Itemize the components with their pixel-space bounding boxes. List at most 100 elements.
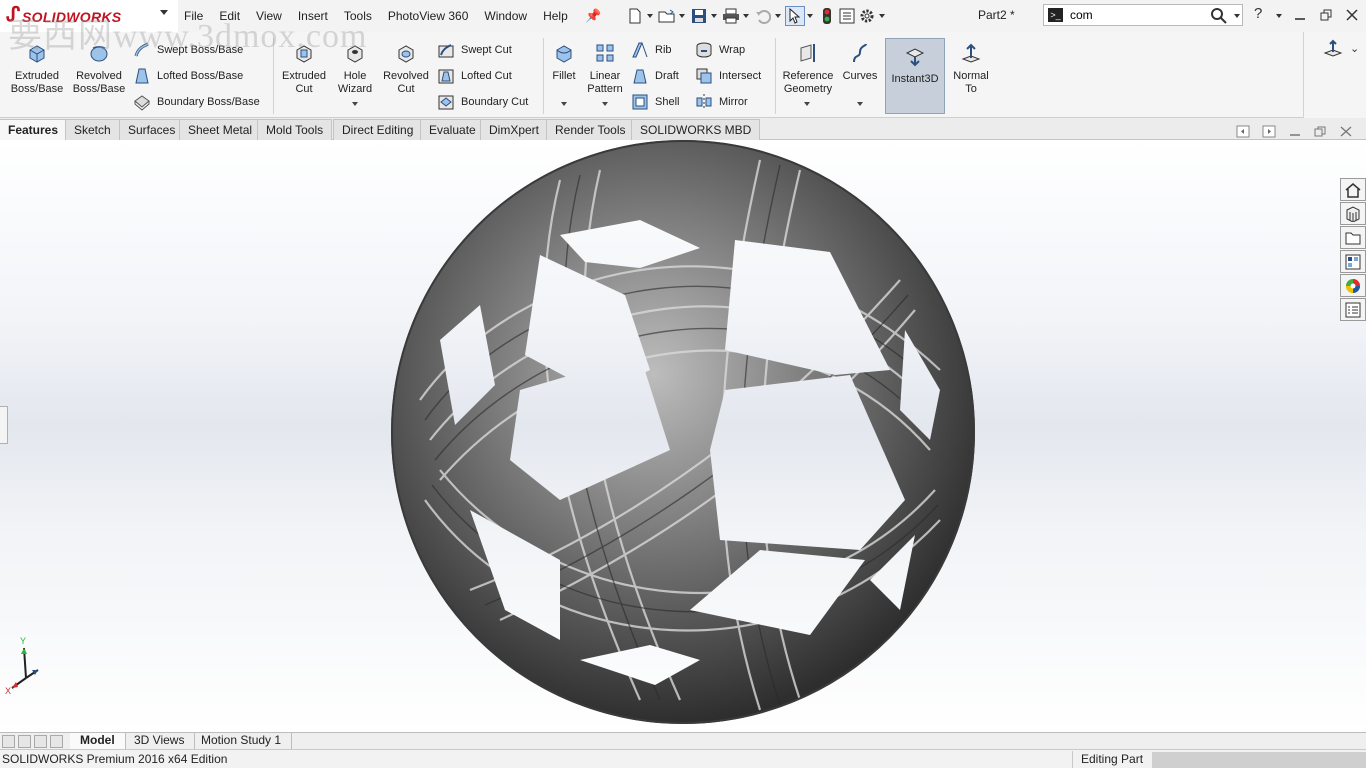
reference-geometry-button[interactable]: Reference Geometry	[779, 42, 837, 96]
restore-window-button[interactable]	[1316, 6, 1336, 24]
task-pane-home[interactable]	[1340, 178, 1366, 201]
tab-surfaces[interactable]: Surfaces	[119, 119, 185, 140]
print-button[interactable]	[721, 6, 741, 26]
viewport-minimize-icon[interactable]	[1288, 125, 1302, 138]
menu-insert[interactable]: Insert	[290, 8, 336, 24]
menu-edit[interactable]: Edit	[211, 8, 248, 24]
extruded-boss-button[interactable]: Extruded Boss/Base	[8, 42, 66, 96]
print-dropdown-icon[interactable]	[743, 14, 749, 18]
tab-dimxpert[interactable]: DimXpert	[480, 119, 549, 140]
tab-evaluate[interactable]: Evaluate	[420, 119, 485, 140]
open-dropdown-icon[interactable]	[679, 14, 685, 18]
tab-features[interactable]: Features	[0, 119, 68, 140]
new-dropdown-icon[interactable]	[647, 14, 653, 18]
first-tab-button[interactable]	[2, 735, 15, 748]
tab-mold-tools[interactable]: Mold Tools	[257, 119, 333, 140]
instant3d-button[interactable]: Instant3D	[885, 38, 945, 114]
undo-dropdown-icon[interactable]	[775, 14, 781, 18]
extruded-cut-button[interactable]: Extruded Cut	[276, 42, 332, 96]
undo-button[interactable]	[753, 6, 773, 26]
minimize-window-button[interactable]	[1290, 6, 1310, 24]
close-window-button[interactable]	[1342, 6, 1362, 24]
previous-view-icon[interactable]	[1236, 125, 1250, 138]
revolved-boss-button[interactable]: Revolved Boss/Base	[70, 42, 128, 96]
help-dropdown-icon[interactable]	[1276, 14, 1282, 18]
tab-render-tools[interactable]: Render Tools	[546, 119, 635, 140]
menu-tools[interactable]: Tools	[336, 8, 380, 24]
boundary-boss-button[interactable]: Boundary Boss/Base	[133, 91, 260, 113]
menu-help[interactable]: Help	[535, 8, 576, 24]
graphics-area[interactable]: Y X	[0, 140, 1366, 732]
woven-sphere-model[interactable]	[0, 140, 1366, 732]
swept-cut-button[interactable]: Swept Cut	[437, 39, 512, 61]
tab-solidworks-mbd[interactable]: SOLIDWORKS MBD	[631, 119, 761, 140]
tab-sketch[interactable]: Sketch	[65, 119, 120, 140]
intersect-button[interactable]: Intersect	[695, 65, 761, 87]
tab-model[interactable]: Model	[70, 733, 126, 749]
linear-pattern-dropdown-icon[interactable]	[602, 102, 608, 106]
menu-view[interactable]: View	[248, 8, 290, 24]
viewport-restore-icon[interactable]	[1313, 125, 1327, 138]
lofted-cut-label: Lofted Cut	[461, 70, 512, 82]
menu-window[interactable]: Window	[476, 8, 535, 24]
feature-tree-flyout-handle[interactable]	[0, 406, 8, 444]
shell-button[interactable]: Shell	[631, 91, 679, 113]
last-tab-button[interactable]	[50, 735, 63, 748]
revolved-cut-button[interactable]: Revolved Cut	[380, 42, 432, 96]
linear-pattern-button[interactable]: Linear Pattern	[583, 42, 627, 96]
lofted-cut-button[interactable]: Lofted Cut	[437, 65, 512, 87]
viewport-close-icon[interactable]	[1339, 125, 1353, 138]
hole-wizard-button[interactable]: Hole Wizard	[334, 42, 376, 96]
fillet-dropdown-icon[interactable]	[561, 102, 567, 106]
open-button[interactable]	[657, 6, 677, 26]
tab-direct-editing[interactable]: Direct Editing	[333, 119, 423, 140]
search-dropdown-icon[interactable]	[1234, 14, 1240, 18]
task-pane-view-palette[interactable]	[1340, 250, 1366, 273]
save-dropdown-icon[interactable]	[711, 14, 717, 18]
boundary-cut-button[interactable]: Boundary Cut	[437, 91, 528, 113]
task-pane-custom-properties[interactable]	[1340, 298, 1366, 321]
view-orientation-button[interactable]	[1322, 38, 1344, 61]
solidworks-logo-menu[interactable]: ᔑ SOLIDWORKS	[0, 0, 178, 32]
curves-dropdown-icon[interactable]	[857, 102, 863, 106]
fillet-button[interactable]: Fillet	[547, 42, 581, 83]
menu-file[interactable]: File	[176, 8, 211, 24]
mirror-button[interactable]: Mirror	[695, 91, 748, 113]
previous-tab-button[interactable]	[18, 735, 31, 748]
command-search-box[interactable]: >_	[1043, 4, 1243, 26]
lofted-boss-button[interactable]: Lofted Boss/Base	[133, 65, 243, 87]
menu-photoview[interactable]: PhotoView 360	[380, 8, 477, 24]
reference-geometry-dropdown-icon[interactable]	[804, 102, 810, 106]
next-tab-button[interactable]	[34, 735, 47, 748]
open-folder-icon	[658, 9, 675, 23]
normal-to-button[interactable]: Normal To	[947, 42, 995, 96]
select-dropdown-icon[interactable]	[807, 14, 813, 18]
next-view-icon[interactable]	[1262, 125, 1276, 138]
wrap-button[interactable]: Wrap	[695, 39, 745, 61]
curves-button[interactable]: Curves	[840, 42, 880, 83]
task-pane-design-library[interactable]	[1340, 202, 1366, 225]
draft-button[interactable]: Draft	[631, 65, 679, 87]
hole-wizard-dropdown-icon[interactable]	[352, 102, 358, 106]
file-properties-button[interactable]	[837, 6, 857, 26]
collapse-ribbon-icon[interactable]: ⌄	[1350, 42, 1359, 55]
swept-boss-button[interactable]: Swept Boss/Base	[133, 39, 243, 61]
rebuild-button[interactable]	[817, 6, 837, 26]
select-button[interactable]	[785, 6, 805, 26]
task-pane-file-explorer[interactable]	[1340, 226, 1366, 249]
tab-motion-study[interactable]: Motion Study 1	[191, 733, 293, 749]
status-bar-filler	[1152, 752, 1366, 768]
pin-menu-icon[interactable]: 📌	[585, 8, 601, 24]
task-pane-appearances[interactable]	[1340, 274, 1366, 297]
tab-sheet-metal[interactable]: Sheet Metal	[179, 119, 262, 140]
help-icon[interactable]: ?	[1254, 5, 1262, 22]
search-icon[interactable]	[1210, 7, 1228, 25]
options-button[interactable]	[857, 6, 877, 26]
traffic-light-icon	[823, 8, 831, 24]
tab-3d-views[interactable]: 3D Views	[124, 733, 196, 749]
rib-button[interactable]: Rib	[631, 39, 672, 61]
options-dropdown-icon[interactable]	[879, 14, 885, 18]
search-input[interactable]	[1070, 7, 1205, 23]
save-button[interactable]	[689, 6, 709, 26]
new-document-button[interactable]	[625, 6, 645, 26]
